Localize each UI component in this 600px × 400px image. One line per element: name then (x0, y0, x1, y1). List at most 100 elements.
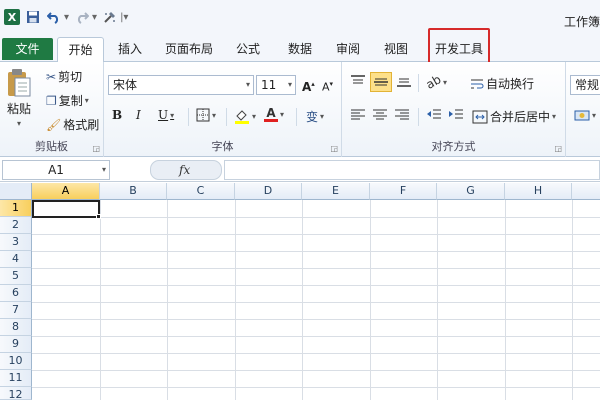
insert-function-icon[interactable]: fx (179, 161, 190, 179)
column-header-h[interactable]: H (505, 183, 572, 200)
tab-view[interactable]: 视图 (378, 37, 414, 62)
increase-indent-button[interactable] (448, 108, 464, 122)
row-header-10[interactable]: 10 (0, 353, 32, 370)
clipboard-group-label: 剪贴板 (35, 140, 68, 153)
decrease-indent-icon (427, 109, 441, 119)
gridline (32, 319, 600, 320)
row-header-9[interactable]: 9 (0, 336, 32, 353)
alignment-launcher-icon[interactable]: ◲ (554, 144, 562, 153)
format-painter-button[interactable]: 🖌 格式刷 (46, 116, 99, 133)
align-top-icon (351, 75, 365, 84)
chevron-down-icon[interactable]: ▾ (102, 161, 106, 179)
gridline (32, 336, 600, 337)
gridline (32, 353, 600, 354)
align-top-button[interactable] (350, 74, 366, 88)
number-group: 常规 ▾ (566, 62, 600, 157)
column-header-g[interactable]: G (437, 183, 505, 200)
worksheet-grid[interactable]: A B C D E F G H 1 2 3 4 5 6 7 8 9 10 11 … (0, 183, 600, 400)
font-color-button[interactable]: A ▾ (264, 107, 284, 122)
alignment-group: ab ▾ 自动换行 合并后居中 ▾ 对齐方式 ◲ (342, 62, 566, 157)
column-header-d[interactable]: D (235, 183, 302, 200)
column-header-c[interactable]: C (167, 183, 235, 200)
redo-dropdown-icon[interactable]: ▾ (92, 12, 97, 23)
font-size-select[interactable]: 11 ▾ (256, 75, 296, 95)
column-header-partial[interactable] (572, 183, 600, 200)
accounting-icon (574, 110, 590, 121)
shrink-font-button[interactable]: A▾ (322, 76, 333, 96)
accounting-format-button[interactable]: ▾ (574, 108, 596, 122)
align-center-icon (373, 109, 387, 120)
align-left-icon (351, 109, 365, 120)
font-name-value: 宋体 (113, 78, 138, 92)
fill-color-button[interactable]: ▾ (234, 108, 256, 124)
column-header-f[interactable]: F (370, 183, 437, 200)
select-all-corner[interactable] (0, 183, 32, 200)
bold-button[interactable]: B (112, 108, 122, 122)
gridline (32, 251, 600, 252)
decrease-indent-button[interactable] (426, 108, 442, 122)
underline-button[interactable]: U ▾ (158, 108, 174, 122)
column-header-e[interactable]: E (302, 183, 370, 200)
column-header-a[interactable]: A (32, 183, 100, 200)
font-launcher-icon[interactable]: ◲ (330, 144, 338, 153)
row-header-12[interactable]: 12 (0, 387, 32, 400)
tab-insert[interactable]: 插入 (110, 37, 150, 62)
font-name-select[interactable]: 宋体 ▾ (108, 75, 254, 95)
tab-data[interactable]: 数据 (282, 37, 318, 62)
fill-handle[interactable] (96, 214, 101, 219)
align-center-button[interactable] (372, 108, 388, 122)
copy-label: 复制 (58, 94, 83, 108)
tab-formulas[interactable]: 公式 (230, 37, 266, 62)
excel-logo[interactable]: X (4, 9, 20, 25)
redo-icon[interactable] (74, 9, 90, 25)
tab-home[interactable]: 开始 (57, 37, 104, 63)
row-header-11[interactable]: 11 (0, 370, 32, 387)
borders-button[interactable]: ▾ (196, 108, 216, 122)
row-header-7[interactable]: 7 (0, 302, 32, 319)
row-header-1[interactable]: 1 (0, 200, 32, 217)
undo-dropdown-icon[interactable]: ▾ (64, 12, 69, 23)
wrap-text-button[interactable]: 自动换行 (470, 75, 534, 92)
formula-input[interactable] (224, 160, 600, 180)
fill-color-icon (235, 110, 249, 124)
shrink-font-icon: A▾ (322, 80, 334, 94)
font-group: 宋体 ▾ 11 ▾ A▴ A▾ B I U ▾ ▾ ▾ A ▾ 变 ▾ 字体 ◲ (104, 62, 342, 157)
format-painter-icon[interactable] (102, 9, 118, 25)
row-header-2[interactable]: 2 (0, 217, 32, 234)
tab-page-layout[interactable]: 页面布局 (160, 37, 218, 62)
number-format-select[interactable]: 常规 (570, 75, 600, 95)
save-icon[interactable] (25, 9, 41, 25)
row-header-5[interactable]: 5 (0, 268, 32, 285)
cut-button[interactable]: ✂ 剪切 (46, 68, 82, 85)
align-right-button[interactable] (394, 108, 410, 122)
merge-center-button[interactable]: 合并后居中 ▾ (472, 108, 556, 125)
align-middle-button[interactable] (370, 72, 392, 92)
row-header-6[interactable]: 6 (0, 285, 32, 302)
customize-icon[interactable]: |▾ (120, 12, 128, 23)
row-header-4[interactable]: 4 (0, 251, 32, 268)
formula-bar: A1 ▾ fx (0, 158, 600, 182)
phonetic-button[interactable]: 变 ▾ (306, 108, 324, 125)
align-middle-icon (374, 78, 388, 86)
italic-button[interactable]: I (136, 108, 141, 122)
active-cell-a1[interactable] (32, 200, 100, 218)
tab-file[interactable]: 文件 (2, 38, 53, 60)
alignment-group-label: 对齐方式 (431, 140, 476, 153)
align-bottom-button[interactable] (396, 74, 412, 88)
font-group-label: 字体 (211, 140, 234, 153)
grow-font-button[interactable]: A▴ (302, 76, 315, 95)
clipboard-launcher-icon[interactable]: ◲ (92, 144, 100, 153)
tab-review[interactable]: 审阅 (330, 37, 366, 62)
orientation-button[interactable]: ab ▾ (424, 72, 447, 92)
copy-button[interactable]: ❐ 复制 ▾ (46, 92, 89, 109)
column-header-b[interactable]: B (100, 183, 167, 200)
align-separator (418, 74, 419, 92)
row-header-3[interactable]: 3 (0, 234, 32, 251)
align-left-button[interactable] (350, 108, 366, 122)
name-box[interactable]: A1 ▾ (2, 160, 110, 180)
formula-buttons: fx (150, 160, 222, 180)
undo-icon[interactable] (46, 9, 62, 25)
paste-button[interactable]: 粘贴 ▾ (6, 68, 32, 128)
row-header-8[interactable]: 8 (0, 319, 32, 336)
paste-dropdown-icon[interactable]: ▾ (17, 119, 21, 128)
